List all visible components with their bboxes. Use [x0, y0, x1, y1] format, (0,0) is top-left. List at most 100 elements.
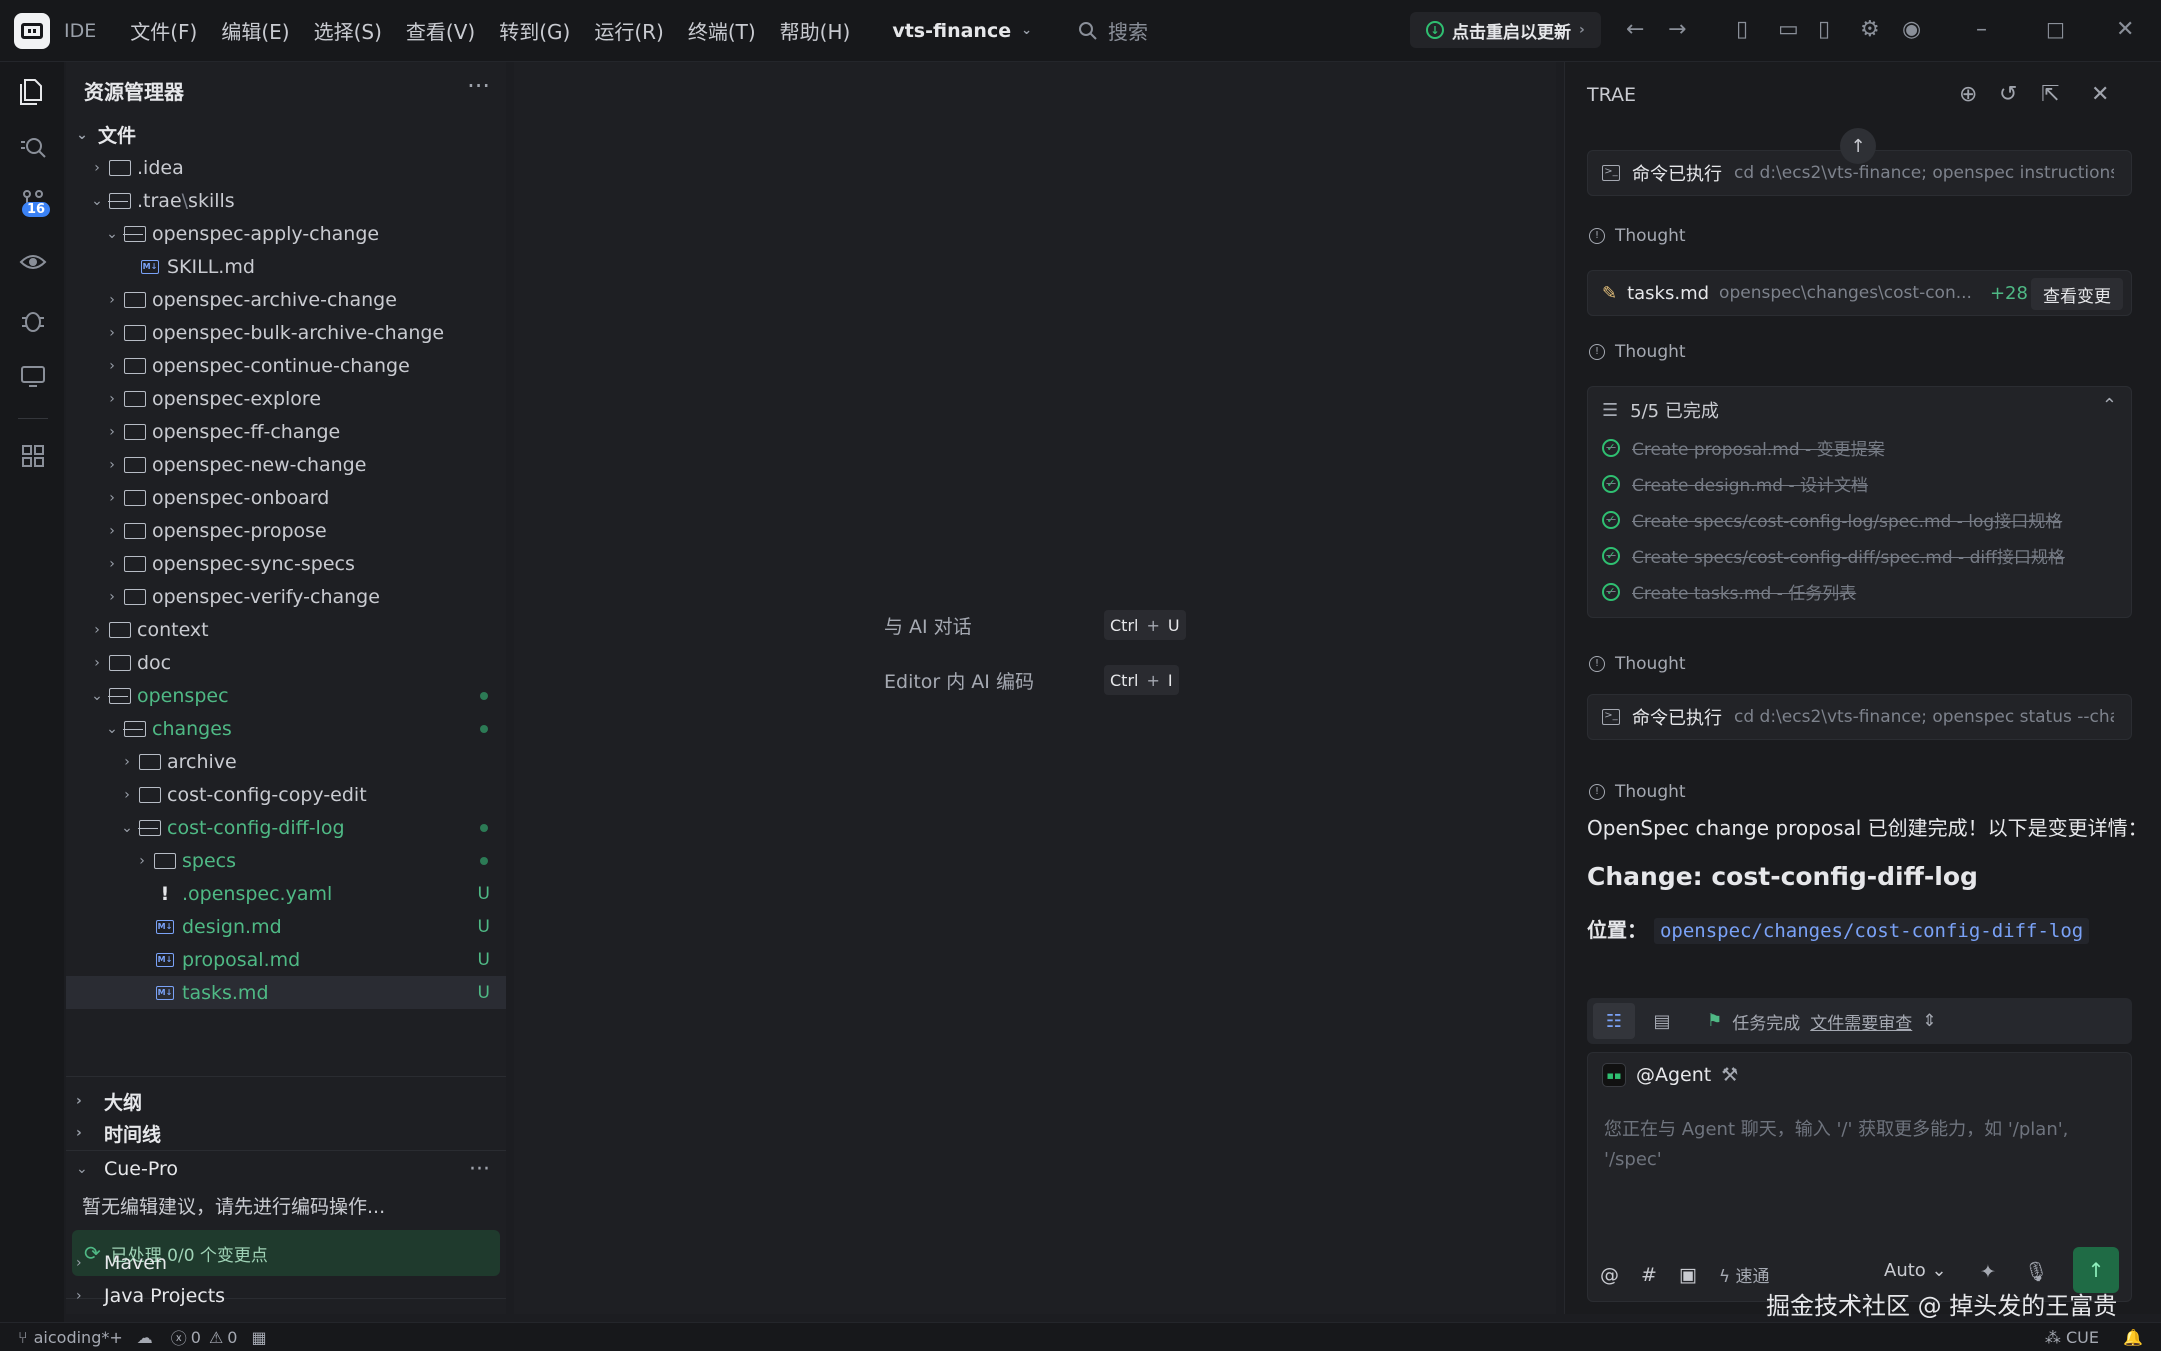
close-icon[interactable]: ✕	[2091, 82, 2109, 107]
extensions-icon[interactable]	[18, 442, 48, 472]
forward-arrow-icon[interactable]: →	[1668, 17, 1686, 42]
open-external-icon[interactable]: ⇱	[2041, 82, 2059, 107]
speed-mode-toggle[interactable]: ϟ 速通	[1719, 1262, 1770, 1287]
thought-toggle[interactable]: ! Thought	[1589, 654, 1686, 674]
remote-monitor-icon[interactable]	[18, 362, 48, 392]
bell-icon[interactable]: 🔔	[2123, 1328, 2143, 1347]
tree-item[interactable]: M↓ proposal.md U	[66, 943, 506, 976]
microphone-icon[interactable]: 🎙	[2024, 1260, 2048, 1283]
error-count[interactable]: 0	[191, 1328, 201, 1347]
tree-item[interactable]: › specs	[66, 844, 506, 877]
tree-item[interactable]: › .idea	[66, 151, 506, 184]
tree-item[interactable]: › openspec-sync-specs	[66, 547, 506, 580]
tree-item[interactable]: › openspec-onboard	[66, 481, 506, 514]
cue-pro-section[interactable]: ⌄ Cue-Pro ···	[66, 1152, 506, 1186]
collapse-icon[interactable]: ⌃	[2102, 395, 2117, 416]
tree-item[interactable]: › openspec-archive-change	[66, 283, 506, 316]
tree-item[interactable]: › archive	[66, 745, 506, 778]
tree-item[interactable]: M↓ tasks.md U	[66, 976, 506, 1009]
menu-item[interactable]: 运行(R)	[582, 16, 676, 45]
sync-icon[interactable]: ☁	[137, 1328, 153, 1347]
toggle-panel-icon[interactable]: ▭	[1778, 17, 1799, 42]
tree-item[interactable]: › openspec-continue-change	[66, 349, 506, 382]
file-change-card[interactable]: ✎ tasks.md openspec\changes\cost-con... …	[1587, 270, 2132, 316]
tree-item[interactable]: › doc	[66, 646, 506, 679]
todo-header[interactable]: ☰ 5/5 已完成	[1602, 397, 1719, 423]
restart-update-button[interactable]: ↓ 点击重启以更新 ›	[1410, 12, 1601, 48]
tree-root-files[interactable]: ⌄ 文件	[66, 118, 506, 151]
maven-section[interactable]: › Maven	[66, 1246, 506, 1280]
agent-selector[interactable]: ▪▪ @Agent ⚒	[1602, 1063, 1738, 1087]
menu-item[interactable]: 编辑(E)	[209, 16, 301, 45]
menu-item[interactable]: 文件(F)	[118, 16, 209, 45]
menu-item[interactable]: 终端(T)	[676, 16, 768, 45]
file-icon[interactable]: ▤	[1641, 1003, 1683, 1039]
review-status[interactable]: ⚑ 任务完成 文件需要审查 ⇕	[1707, 1009, 1937, 1034]
back-arrow-icon[interactable]: ←	[1626, 17, 1644, 42]
tree-item[interactable]: ⌄ .trae \ skills	[66, 184, 506, 217]
tree-item[interactable]: › openspec-propose	[66, 514, 506, 547]
tree-item[interactable]: › context	[66, 613, 506, 646]
scroll-to-top-button[interactable]: ↑	[1840, 128, 1876, 164]
menu-item[interactable]: 查看(V)	[394, 16, 487, 45]
tree-item[interactable]: ⌄ cost-config-diff-log	[66, 811, 506, 844]
thought-toggle[interactable]: ! Thought	[1589, 226, 1686, 246]
explorer-icon[interactable]	[18, 76, 48, 106]
project-switcher[interactable]: vts-finance ⌄	[892, 20, 1032, 42]
toggle-aux-bar-icon[interactable]: ▯	[1818, 17, 1830, 42]
cue-status[interactable]: ⁂ CUE	[2045, 1328, 2099, 1347]
branch-name[interactable]: aicoding*+	[34, 1328, 123, 1347]
outline-section[interactable]: › 大纲	[66, 1084, 506, 1118]
tree-item[interactable]: › openspec-new-change	[66, 448, 506, 481]
location-path[interactable]: openspec/changes/cost-config-diff-log	[1653, 918, 2090, 944]
more-actions-icon[interactable]: ···	[467, 72, 490, 100]
close-icon[interactable]: ✕	[2116, 17, 2134, 42]
history-icon[interactable]: ↺	[1999, 82, 2017, 107]
warning-count[interactable]: 0	[227, 1328, 237, 1347]
maximize-icon[interactable]: □	[2046, 17, 2065, 41]
tree-item[interactable]: ⌄ openspec	[66, 679, 506, 712]
gear-icon[interactable]: ⚙	[1860, 17, 1880, 42]
menu-item[interactable]: 转到(G)	[487, 16, 582, 45]
sparkle-icon[interactable]: ✦	[1980, 1261, 1996, 1283]
mention-icon[interactable]: @	[1600, 1264, 1619, 1286]
error-icon: ⓧ	[170, 1329, 187, 1348]
model-selector[interactable]: Auto ⌄	[1884, 1260, 1947, 1281]
account-icon[interactable]: ◉	[1902, 17, 1921, 42]
new-chat-icon[interactable]: ⊕	[1959, 82, 1977, 107]
timeline-section[interactable]: › 时间线	[66, 1116, 506, 1150]
review-link[interactable]: 文件需要审查	[1810, 1009, 1912, 1034]
command-search[interactable]: 搜索	[1078, 16, 1148, 45]
menu-item[interactable]: 选择(S)	[302, 16, 394, 45]
tree-item[interactable]: M↓ design.md U	[66, 910, 506, 943]
java-projects-section[interactable]: › Java Projects	[66, 1279, 506, 1313]
tree-item[interactable]: › openspec-ff-change	[66, 415, 506, 448]
tree-item[interactable]: ⌄ changes	[66, 712, 506, 745]
image-icon[interactable]: ▣	[1679, 1264, 1697, 1286]
tree-item[interactable]: › openspec-verify-change	[66, 580, 506, 613]
thought-toggle[interactable]: ! Thought	[1589, 782, 1686, 802]
task-list-icon[interactable]: ☷	[1593, 1003, 1635, 1039]
hash-icon[interactable]: #	[1641, 1264, 1657, 1286]
menu-item[interactable]: 帮助(H)	[768, 16, 863, 45]
thought-toggle[interactable]: ! Thought	[1589, 342, 1686, 362]
tree-item[interactable]: › openspec-explore	[66, 382, 506, 415]
tree-item[interactable]: › cost-config-copy-edit	[66, 778, 506, 811]
tree-item[interactable]: M↓ SKILL.md	[66, 250, 506, 283]
tree-item[interactable]: ! .openspec.yaml U	[66, 877, 506, 910]
chat-input-box[interactable]: ▪▪ @Agent ⚒ 您正在与 Agent 聊天，输入 '/' 获取更多能力，…	[1587, 1052, 2132, 1302]
chevron-right-icon: ›	[109, 522, 115, 539]
command-executed-card[interactable]: >_ 命令已执行 cd d:\ecs2\vts-finance; openspe…	[1587, 694, 2132, 740]
eye-icon[interactable]	[18, 248, 48, 278]
chat-input-placeholder[interactable]: 您正在与 Agent 聊天，输入 '/' 获取更多能力，如 '/plan', '…	[1604, 1115, 2124, 1175]
view-changes-button[interactable]: 查看变更	[2031, 278, 2123, 310]
tree-item[interactable]: › openspec-bulk-archive-change	[66, 316, 506, 349]
minimize-icon[interactable]: –	[1976, 17, 1987, 42]
tree-item[interactable]: ⌄ openspec-apply-change	[66, 217, 506, 250]
debug-icon[interactable]	[18, 306, 48, 336]
editor-area[interactable]: 与 AI 对话 Ctrl + U Editor 内 AI 编码 Ctrl + I	[514, 62, 1556, 1314]
more-actions-icon[interactable]: ···	[469, 1157, 490, 1182]
toggle-sidebar-icon[interactable]: ▯	[1736, 17, 1748, 42]
terminal-icon[interactable]: ▦	[251, 1328, 266, 1347]
search-icon[interactable]	[18, 134, 48, 164]
